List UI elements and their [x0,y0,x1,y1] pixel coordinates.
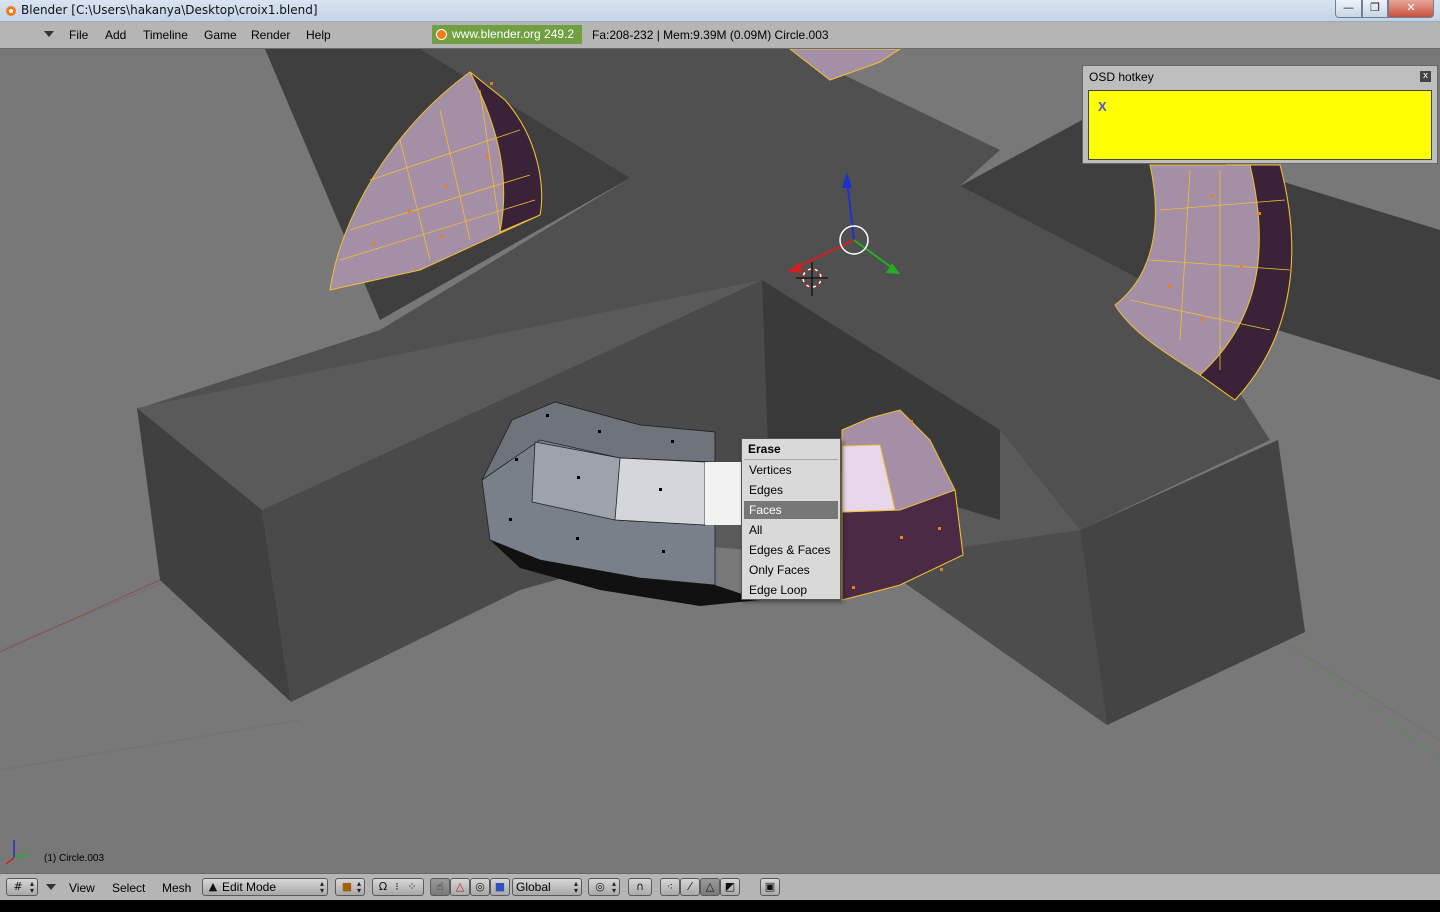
render-view-button[interactable]: ▣ [760,878,780,896]
menu-separator [744,459,838,460]
vertex-select-button[interactable]: ⁖ [660,878,680,896]
osd-close-button[interactable]: x [1420,71,1431,82]
menu-game[interactable]: Game [204,28,237,42]
face-select-icon: △ [705,880,715,893]
menu-add[interactable]: Add [105,28,126,42]
solid-shading-icon: ■ [341,880,353,893]
shading-select[interactable]: ■ ▴ ▾ [335,878,365,896]
3d-view-header: # ▴ ▾ View Select Mesh ▲ Edit Mode ▴ ▾ ■ ▴… [0,873,1440,900]
hand-icon: ☝ [436,880,444,893]
info-header: File Add Timeline Game Render Help www.b… [0,22,1440,49]
editor-type-button[interactable]: # ▴ ▾ [6,878,38,896]
window-titlebar: Blender [C:\Users\hakanya\Desktop\croix1… [0,0,1440,22]
updown-icon: ▴ ▾ [573,879,578,895]
face-select-button[interactable]: △ [700,878,720,896]
proportional-icon: ◎ [595,880,605,893]
snap-button[interactable]: ∩ [628,878,652,896]
menu-render[interactable]: Render [251,28,290,42]
erase-option-only-faces[interactable]: Only Faces [744,561,838,579]
updown-icon: ▴ ▾ [611,879,616,895]
menu-select[interactable]: Select [112,881,145,895]
viewport-scene [0,49,1440,865]
translate-button[interactable]: △ [450,878,470,896]
rotate-button[interactable]: ◎ [470,878,490,896]
header-collapse-icon[interactable] [44,31,54,37]
maximize-button[interactable]: ❐ [1362,0,1388,18]
cube-icon: ◩ [724,880,736,893]
osd-key-label: X [1098,99,1107,114]
erase-menu-title: Erase [748,442,781,456]
scale-button[interactable]: ■ [490,878,510,896]
limit-selection-button[interactable]: ◩ [720,878,740,896]
osd-key-display: X [1088,90,1432,160]
scale-icon: ■ [494,880,506,893]
erase-option-edges-faces[interactable]: Edges & Faces [744,541,838,559]
menu-file[interactable]: File [69,28,88,42]
x-axis-line [0,579,161,653]
vertex-select-icon: ⁖ [666,880,674,893]
menu-view[interactable]: View [69,881,95,895]
menu-mesh[interactable]: Mesh [162,881,191,895]
orientation-select[interactable]: Global ▴ ▾ [512,878,582,896]
close-button[interactable]: ✕ [1388,0,1434,18]
osd-hotkey-panel[interactable]: OSD hotkey x X [1082,65,1438,164]
edge-select-icon: ⁄ [689,880,691,893]
erase-option-edges[interactable]: Edges [744,481,838,499]
grid-icon: # [13,880,23,893]
blender-url-text: www.blender.org 249.2 [452,27,575,41]
osd-title: OSD hotkey [1089,70,1154,84]
blender-url-badge[interactable]: www.blender.org 249.2 [432,25,582,44]
blender-app-icon [6,6,16,16]
updown-icon: ▴ ▾ [319,879,324,895]
magnet-icon: ∩ [635,880,645,893]
erase-option-all[interactable]: All [744,521,838,539]
proportional-edit-select[interactable]: ◎ ▴ ▾ [588,878,620,896]
blender-logo-icon [436,29,447,40]
3d-viewport[interactable]: (1) Circle.003 [0,49,1440,873]
header-collapse-icon[interactable] [46,884,56,890]
manipulator-icon: ⁘ [407,880,417,893]
rotate-icon: ◎ [475,880,485,893]
updown-icon: ▴ ▾ [356,879,361,895]
orientation-value: Global [516,880,551,894]
y-axis-line [1289,644,1440,761]
erase-popup-menu[interactable]: Erase Vertices Edges Faces All Edges & F… [741,438,841,600]
render-icon: ▣ [764,880,776,893]
erase-option-vertices[interactable]: Vertices [744,461,838,479]
window-bottom-border [0,900,1440,912]
scene-stats: Fa:208-232 | Mem:9.39M (0.09M) Circle.00… [592,28,829,42]
mode-select[interactable]: ▲ Edit Mode ▴ ▾ [202,878,328,896]
erase-option-faces[interactable]: Faces [744,501,838,519]
edit-mode-icon: ▲ [208,880,218,893]
updown-icon: ▴ ▾ [29,879,34,895]
menu-help[interactable]: Help [306,28,331,42]
updown-icon: ⁝ [395,880,399,893]
hand-tool-button[interactable]: ☝ [430,878,450,896]
translate-icon: △ [455,880,465,893]
active-object-label: (1) Circle.003 [44,853,105,864]
pivot-icon: Ω [378,880,388,893]
minimize-button[interactable]: — [1335,0,1362,18]
window-title: Blender [C:\Users\hakanya\Desktop\croix1… [21,3,318,17]
menu-timeline[interactable]: Timeline [143,28,188,42]
mode-select-value: Edit Mode [222,880,277,894]
pivot-group[interactable]: Ω ⁝ ⁘ [372,878,424,896]
erase-option-edge-loop[interactable]: Edge Loop [744,581,838,599]
axis-gizmo-icon [5,840,29,865]
edge-select-button[interactable]: ⁄ [680,878,700,896]
